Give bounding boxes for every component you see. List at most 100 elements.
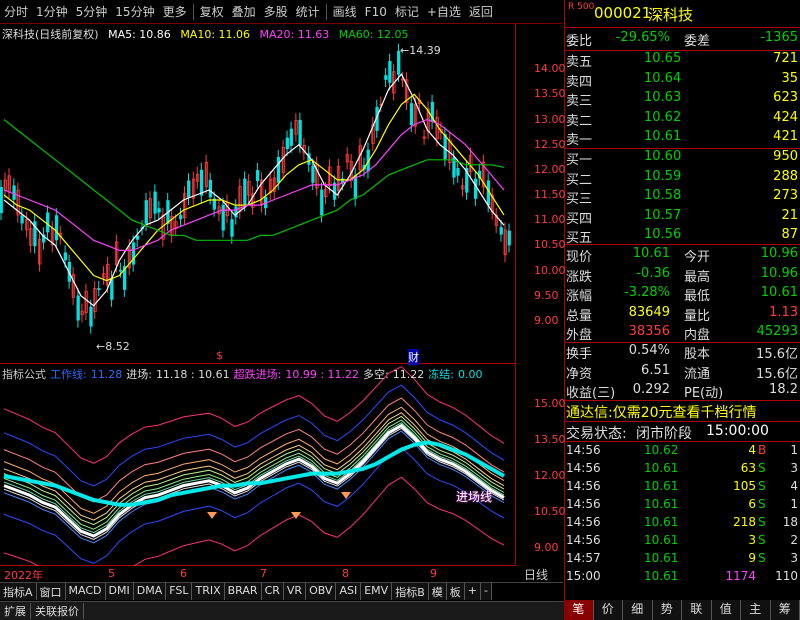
time-tick: 5 (108, 567, 115, 580)
trade-count: 1 (790, 443, 798, 457)
trade-side: S (758, 461, 766, 475)
indicator-item-label: 多空: (363, 368, 389, 381)
indicator-tab[interactable]: FSL (166, 583, 193, 600)
toolbar-btn-1[interactable]: 1分钟 (32, 3, 72, 20)
indicator-chart[interactable] (0, 364, 516, 566)
indicator-tab[interactable]: 指标A (0, 583, 37, 600)
status-item[interactable]: 扩展 (0, 603, 31, 619)
trade-row[interactable]: 14:57 10.61 9 S 3 (566, 551, 798, 569)
ma10-value: MA10: 11.06 (180, 28, 251, 41)
ask-row[interactable]: 卖二 10.62 424 (566, 110, 798, 129)
trade-row[interactable]: 14:56 10.61 6 S 1 (566, 497, 798, 515)
right-tab[interactable]: 主 (741, 600, 771, 620)
ma-line-ma10 (3, 93, 505, 282)
indicator-tab[interactable]: DMA (133, 583, 167, 600)
bid-row[interactable]: 买三 10.58 273 (566, 188, 798, 207)
trade-row[interactable]: 15:00 10.61 1174 110 (566, 569, 798, 587)
ask-row[interactable]: 卖一 10.61 421 (566, 129, 798, 148)
indicator-tab[interactable]: TRIX (192, 583, 225, 600)
fund-row-label2: 流通 (684, 366, 711, 382)
indicator-tab[interactable]: ASI (336, 583, 362, 600)
indicator-tabs: 指标A 窗口 MACD DMI DMA FSL TRIX BRAR CR VR OBV ASI EMV 指… (0, 582, 563, 600)
promo-link[interactable]: 通达信:仅需20元查看千档行情 (566, 402, 757, 422)
kline-chart[interactable] (0, 24, 516, 364)
trade-volume: 6 (748, 497, 756, 511)
ask-volume: 35 (781, 70, 798, 86)
indicator-tick: 9.00 (534, 541, 559, 554)
right-tab[interactable]: 值 (711, 600, 741, 620)
bid-row[interactable]: 买四 10.57 21 (566, 208, 798, 227)
toolbar-btn-7[interactable]: 多股 (260, 3, 292, 20)
right-tab[interactable]: 价 (593, 600, 623, 620)
trade-row[interactable]: 14:56 10.61 3 S 2 (566, 533, 798, 551)
toolbar-btn-5[interactable]: 复权 (196, 3, 228, 20)
indicator-tab[interactable]: OBV (306, 583, 337, 600)
indicator-tab[interactable]: VR (283, 583, 307, 600)
right-tab[interactable]: 联 (682, 600, 712, 620)
price-tick: 13.50 (534, 87, 566, 101)
status-item[interactable]: 关联报价 (31, 603, 84, 619)
ask-volume: 623 (773, 90, 798, 105)
indicator-tab[interactable]: 指标B (392, 583, 429, 600)
top-toolbar: 分时 1分钟 5分钟 15分钟 更多 复权 叠加 多股 统计 画线 F10 标记 +自选 返回 (0, 0, 563, 24)
ask-row[interactable]: 卖三 10.63 623 (566, 90, 798, 109)
trade-count: 110 (775, 569, 798, 583)
trade-price: 10.62 (644, 443, 679, 457)
trade-count: 4 (790, 479, 798, 493)
toolbar-btn-8[interactable]: 统计 (292, 3, 324, 20)
ask-row[interactable]: 卖四 10.64 35 (566, 71, 798, 90)
toolbar-btn-6[interactable]: 叠加 (228, 3, 260, 20)
time-axis: 2022年 5 6 7 8 9 (0, 567, 516, 582)
toolbar-btn-2[interactable]: 5分钟 (72, 3, 112, 20)
indicator-item-label: 冻结: (428, 368, 454, 381)
toolbar-btn-0[interactable]: 分时 (0, 3, 32, 20)
quote-row-value: 38356 (628, 324, 670, 339)
bid-row[interactable]: 买二 10.59 288 (566, 169, 798, 188)
indicator-tab[interactable]: MACD (65, 583, 106, 600)
quote-row: 总量 83649 量比 1.13 (566, 305, 798, 324)
indicator-tab[interactable]: EMV (361, 583, 393, 600)
ask-label: 卖二 (566, 113, 593, 129)
toolbar-btn-3[interactable]: 15分钟 (111, 3, 158, 20)
trade-time: 14:56 (566, 497, 601, 511)
toolbar-btn-4[interactable]: 更多 (159, 3, 191, 20)
toolbar-btn-11[interactable]: 标记 (391, 3, 423, 20)
candle-body (230, 219, 234, 237)
candle-body (54, 215, 59, 241)
indicator-item-value: 11.18 : 10.61 (155, 368, 230, 381)
indicator-tab[interactable]: - (480, 583, 492, 600)
right-tab[interactable]: 势 (652, 600, 682, 620)
trade-row[interactable]: 14:56 10.61 218 S 18 (566, 515, 798, 533)
finance-marker[interactable]: 财 (408, 349, 419, 365)
toolbar-btn-10[interactable]: F10 (361, 5, 391, 19)
indicator-tab[interactable]: + (464, 583, 481, 600)
entry-line-label: 进场线 (456, 490, 493, 504)
indicator-tab[interactable]: 窗口 (36, 583, 66, 600)
trade-row[interactable]: 14:56 10.61 105 S 4 (566, 479, 798, 497)
bid-row[interactable]: 买一 10.60 950 (566, 149, 798, 168)
indicator-tab[interactable]: DMI (105, 583, 134, 600)
candle-body (199, 169, 204, 196)
right-tab[interactable]: 筹 (770, 600, 800, 620)
toolbar-btn-9[interactable]: 画线 (329, 3, 361, 20)
indicator-tab[interactable]: 模 (428, 583, 447, 600)
ask-row[interactable]: 卖五 10.65 721 (566, 51, 798, 70)
period-label[interactable]: 日线 (524, 566, 548, 583)
indicator-tab[interactable]: BRAR (224, 583, 262, 600)
trade-row[interactable]: 14:56 10.61 63 S 3 (566, 461, 798, 479)
right-tab[interactable]: 笔 (564, 600, 594, 620)
indicator-tab[interactable]: CR (261, 583, 284, 600)
dividend-marker[interactable]: $ (216, 349, 223, 362)
price-tick: 9.50 (534, 288, 559, 302)
trade-side: S (758, 479, 766, 493)
right-tab[interactable]: 细 (623, 600, 653, 620)
toolbar-btn-13[interactable]: 返回 (465, 3, 497, 20)
divider (564, 400, 800, 401)
indicator-tab[interactable]: 板 (446, 583, 465, 600)
trade-row[interactable]: 14:56 10.62 4 B 1 (566, 443, 798, 461)
bid-label: 买二 (566, 172, 593, 188)
toolbar-btn-12[interactable]: +自选 (423, 3, 465, 20)
indicator-name[interactable]: 指标公式 (2, 368, 46, 381)
trade-time: 14:56 (566, 443, 601, 457)
price-tick: 11.00 (534, 213, 566, 227)
